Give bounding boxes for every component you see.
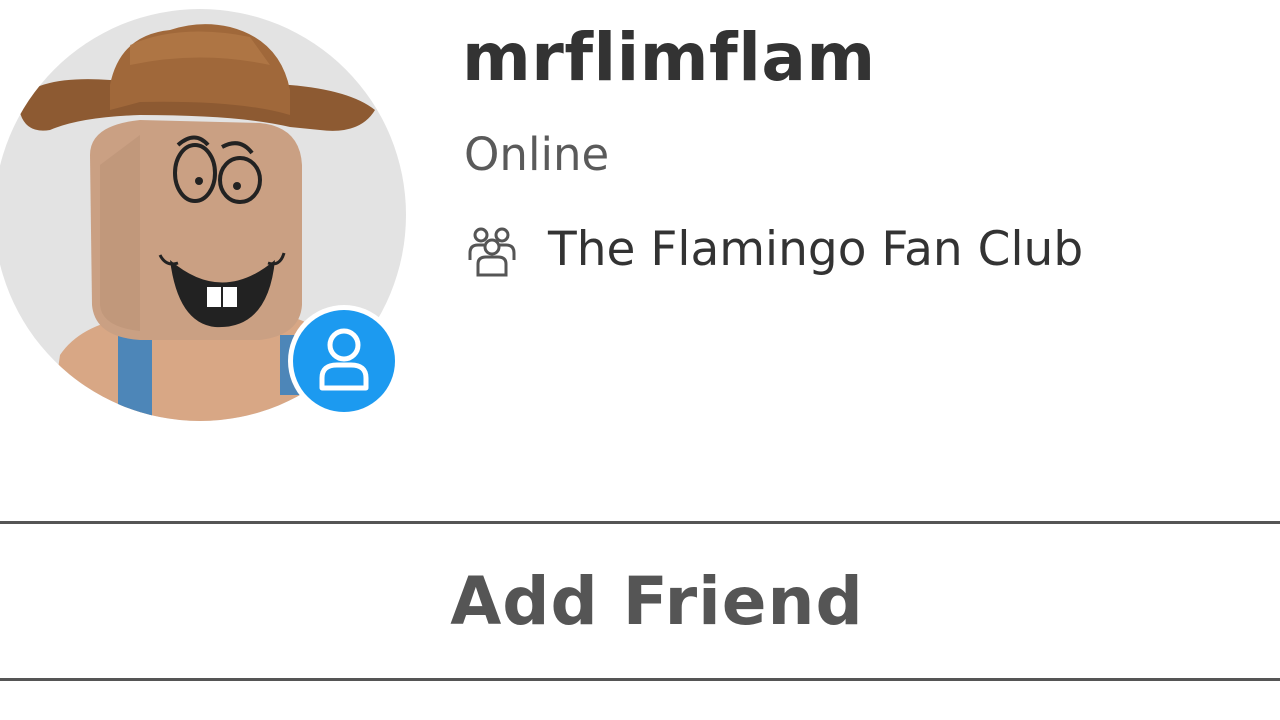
avatar[interactable] [0,5,410,425]
add-friend-label: Add Friend [450,562,864,640]
group-icon [468,227,516,277]
presence-status: Online [464,128,610,181]
profile-header: mrflimflam Online The Flamingo Fan Club … [0,0,1280,720]
user-icon [319,328,369,391]
group-link[interactable]: The Flamingo Fan Club [462,220,1083,280]
status-badge [288,305,400,417]
group-name: The Flamingo Fan Club [548,222,1084,277]
status-badge-fill [293,310,395,412]
add-friend-button[interactable]: Add Friend [0,521,1280,681]
username: mrflimflam [462,19,876,96]
